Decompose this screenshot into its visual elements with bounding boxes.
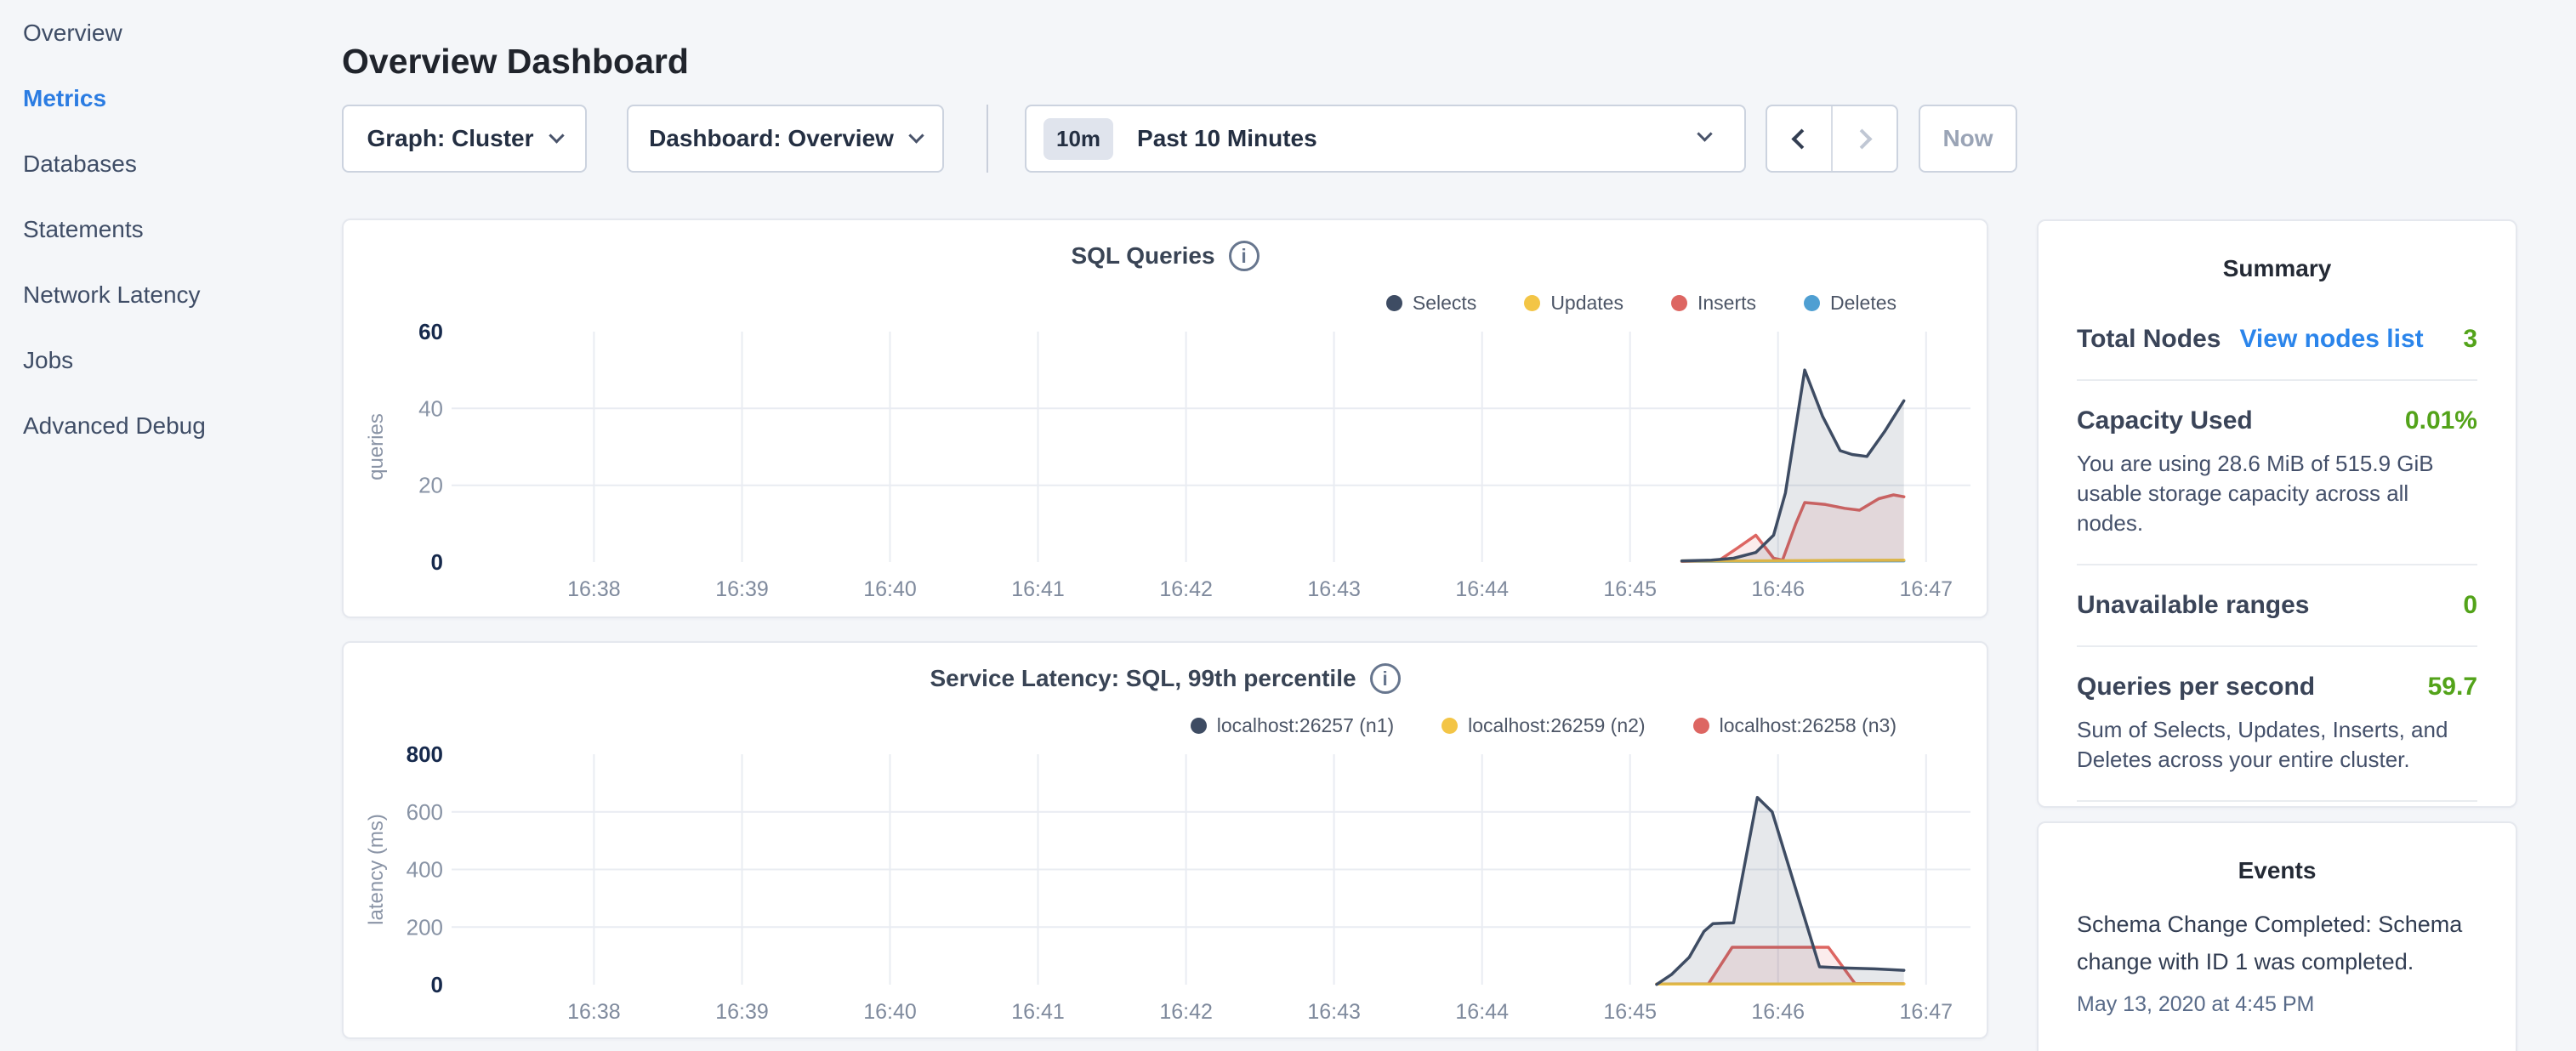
svg-text:16:47: 16:47 bbox=[1900, 577, 1953, 601]
summary-row-value: 59.7 bbox=[2428, 673, 2477, 702]
sidebar-item-metrics[interactable]: Metrics bbox=[23, 65, 321, 131]
sidebar-item-jobs[interactable]: Jobs bbox=[23, 327, 321, 393]
sidebar-item-network-latency[interactable]: Network Latency bbox=[23, 262, 321, 327]
chevron-left-icon bbox=[1791, 128, 1811, 149]
graph-dropdown-label: Graph: Cluster bbox=[367, 125, 533, 152]
time-range-badge: 10m bbox=[1043, 118, 1113, 160]
time-step-back-button[interactable] bbox=[1767, 106, 1833, 171]
graph-dropdown[interactable]: Graph: Cluster bbox=[342, 105, 587, 173]
event-list-item: Schema Change Completed: Schema change w… bbox=[2077, 906, 2477, 1017]
page-title: Overview Dashboard bbox=[342, 42, 689, 82]
summary-row: Capacity Used 0.01% You are using 28.6 MiB… bbox=[2077, 381, 2477, 565]
svg-text:16:40: 16:40 bbox=[863, 577, 917, 601]
time-step-buttons bbox=[1766, 105, 1898, 173]
sidebar: OverviewMetricsDatabasesStatementsNetwor… bbox=[23, 0, 321, 458]
summary-row-subtext: You are using 28.6 MiB of 515.9 GiB usab… bbox=[2077, 449, 2477, 538]
summary-row: Total Nodes View nodes list 3 bbox=[2077, 299, 2477, 381]
svg-text:16:41: 16:41 bbox=[1011, 1000, 1065, 1024]
svg-text:16:39: 16:39 bbox=[715, 577, 769, 601]
svg-text:600: 600 bbox=[407, 799, 443, 825]
chevron-down-icon bbox=[1697, 126, 1712, 141]
dashboard-dropdown[interactable]: Dashboard: Overview bbox=[627, 105, 944, 173]
events-title: Events bbox=[2039, 823, 2516, 884]
summary-row-subtext: Sum of Selects, Updates, Inserts, and De… bbox=[2077, 715, 2477, 775]
service-latency-chart-plot[interactable]: 16:38 16:39 16:40 16:41 16:42 16:43 16:44 16:45… bbox=[344, 643, 1990, 1041]
summary-row: Unavailable ranges 0 bbox=[2077, 565, 2477, 647]
svg-text:queries: queries bbox=[365, 413, 388, 480]
sidebar-item-statements[interactable]: Statements bbox=[23, 196, 321, 262]
chevron-down-icon bbox=[908, 128, 924, 143]
svg-text:16:45: 16:45 bbox=[1603, 577, 1657, 601]
svg-text:0: 0 bbox=[431, 972, 443, 997]
chevron-down-icon bbox=[549, 128, 564, 143]
svg-text:latency (ms): latency (ms) bbox=[365, 814, 388, 925]
svg-text:20: 20 bbox=[418, 473, 443, 498]
event-message: Schema Change Completed: Schema change w… bbox=[2077, 906, 2477, 980]
svg-text:16:43: 16:43 bbox=[1307, 1000, 1361, 1024]
sidebar-item-overview[interactable]: Overview bbox=[23, 0, 321, 65]
summary-row-value: 0 bbox=[2463, 591, 2477, 620]
svg-text:16:46: 16:46 bbox=[1751, 577, 1805, 601]
svg-text:400: 400 bbox=[407, 857, 443, 883]
svg-text:40: 40 bbox=[418, 395, 443, 421]
svg-text:16:41: 16:41 bbox=[1011, 577, 1065, 601]
sql-queries-chart-card: SQL Queries i SelectsUpdatesInsertsDelet… bbox=[342, 219, 1988, 618]
svg-text:0: 0 bbox=[431, 549, 443, 575]
svg-text:16:40: 16:40 bbox=[863, 1000, 917, 1024]
sidebar-item-advanced-debug[interactable]: Advanced Debug bbox=[23, 393, 321, 458]
svg-text:60: 60 bbox=[418, 319, 443, 344]
svg-text:16:38: 16:38 bbox=[567, 577, 621, 601]
time-range-label: Past 10 Minutes bbox=[1137, 125, 1317, 152]
svg-text:16:45: 16:45 bbox=[1603, 1000, 1657, 1024]
svg-text:200: 200 bbox=[407, 914, 443, 940]
svg-text:800: 800 bbox=[407, 741, 443, 767]
now-button[interactable]: Now bbox=[1919, 105, 2017, 173]
svg-text:16:44: 16:44 bbox=[1455, 1000, 1509, 1024]
summary-title: Summary bbox=[2039, 221, 2516, 282]
svg-text:16:38: 16:38 bbox=[567, 1000, 621, 1024]
view-nodes-list-link[interactable]: View nodes list bbox=[2239, 325, 2423, 354]
sidebar-item-databases[interactable]: Databases bbox=[23, 131, 321, 196]
svg-text:16:42: 16:42 bbox=[1159, 1000, 1213, 1024]
summary-row-label: Queries per second bbox=[2077, 673, 2315, 702]
summary-row-label: Capacity Used bbox=[2077, 406, 2253, 435]
service-latency-chart-card: Service Latency: SQL, 99th percentile i … bbox=[342, 641, 1988, 1039]
summary-panel: Summary Total Nodes View nodes list 3 Capac… bbox=[2037, 219, 2517, 808]
dashboard-dropdown-label: Dashboard: Overview bbox=[649, 125, 894, 152]
summary-row-label: Unavailable ranges bbox=[2077, 591, 2309, 620]
svg-text:16:39: 16:39 bbox=[715, 1000, 769, 1024]
svg-text:16:44: 16:44 bbox=[1455, 577, 1509, 601]
time-range-selector[interactable]: 10m Past 10 Minutes bbox=[1025, 105, 1746, 173]
chevron-right-icon bbox=[1851, 128, 1872, 149]
summary-row-value: 3 bbox=[2463, 325, 2477, 354]
summary-row: Queries per second 59.7 Sum of Selects, Up… bbox=[2077, 647, 2477, 802]
summary-row-label: Total Nodes bbox=[2077, 325, 2221, 354]
svg-text:16:47: 16:47 bbox=[1900, 1000, 1953, 1024]
time-step-forward-button[interactable] bbox=[1833, 106, 1896, 171]
svg-text:16:46: 16:46 bbox=[1751, 1000, 1805, 1024]
svg-text:16:42: 16:42 bbox=[1159, 577, 1213, 601]
summary-row-value: 0.01% bbox=[2405, 406, 2477, 435]
sql-queries-chart-plot[interactable]: 16:38 16:39 16:40 16:41 16:42 16:43 16:44 16:45… bbox=[344, 220, 1990, 620]
svg-text:16:43: 16:43 bbox=[1307, 577, 1361, 601]
events-panel: Events Schema Change Completed: Schema c… bbox=[2037, 821, 2517, 1051]
toolbar-divider bbox=[987, 105, 988, 173]
event-timestamp: May 13, 2020 at 4:45 PM bbox=[2077, 992, 2477, 1017]
